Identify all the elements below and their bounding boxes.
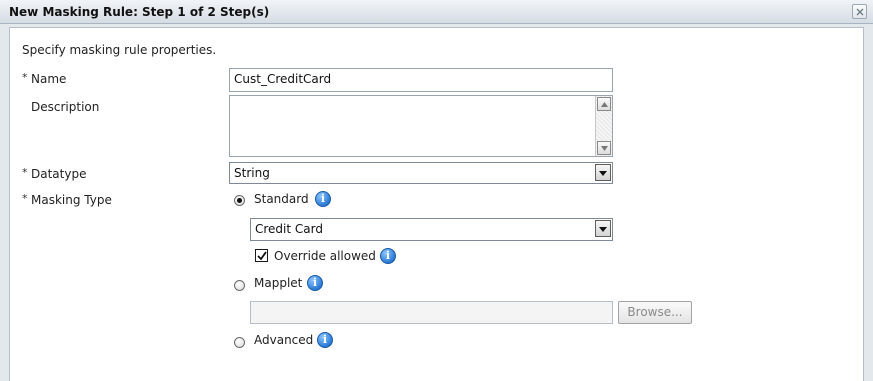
description-field[interactable] [229, 95, 613, 157]
name-field[interactable]: Cust_CreditCard [229, 68, 613, 92]
advanced-label: Advanced [254, 333, 314, 347]
standard-label: Standard [254, 192, 309, 206]
info-icon[interactable]: i [307, 275, 323, 291]
chevron-down-icon [599, 171, 607, 176]
override-allowed-label: Override allowed [274, 249, 376, 263]
checkmark-icon [257, 251, 267, 261]
datatype-dropdown-button[interactable] [595, 164, 611, 181]
info-icon[interactable]: i [317, 332, 333, 348]
browse-button[interactable]: Browse... [618, 301, 692, 324]
standard-masking-select-value: Credit Card [255, 222, 323, 236]
scroll-down-button[interactable] [597, 141, 611, 155]
dialog-content-panel: Specify masking rule properties. * Name … [9, 27, 864, 381]
override-allowed-checkbox[interactable] [255, 249, 268, 262]
chevron-down-icon [601, 146, 608, 151]
chevron-down-icon [599, 227, 607, 232]
close-icon [856, 8, 864, 16]
required-marker: * [22, 192, 28, 205]
datatype-select[interactable]: String [229, 162, 613, 184]
standard-masking-select[interactable]: Credit Card [250, 218, 613, 241]
dialog-title: New Masking Rule: Step 1 of 2 Step(s) [9, 5, 270, 19]
mapplet-radio[interactable] [234, 280, 245, 291]
description-scrollbar[interactable] [595, 96, 612, 156]
name-label: Name [31, 72, 67, 86]
instruction-text: Specify masking rule properties. [22, 43, 217, 57]
datatype-label: Datatype [31, 167, 87, 181]
info-icon[interactable]: i [380, 248, 396, 264]
scroll-up-button[interactable] [597, 97, 611, 111]
mapplet-label: Mapplet [254, 276, 303, 290]
datatype-select-value: String [234, 166, 270, 180]
mapplet-path-input [250, 301, 613, 324]
masking-type-label: Masking Type [31, 193, 112, 207]
name-field-value: Cust_CreditCard [234, 72, 332, 86]
required-marker: * [22, 166, 28, 179]
required-marker: * [22, 71, 28, 84]
info-icon[interactable]: i [315, 191, 331, 207]
standard-radio[interactable] [234, 195, 245, 206]
chevron-up-icon [601, 102, 608, 107]
description-label: Description [31, 100, 100, 114]
dialog-title-bar: New Masking Rule: Step 1 of 2 Step(s) [0, 0, 873, 24]
standard-masking-dropdown-button[interactable] [595, 220, 611, 237]
advanced-radio[interactable] [234, 337, 245, 348]
close-button[interactable] [852, 4, 867, 19]
